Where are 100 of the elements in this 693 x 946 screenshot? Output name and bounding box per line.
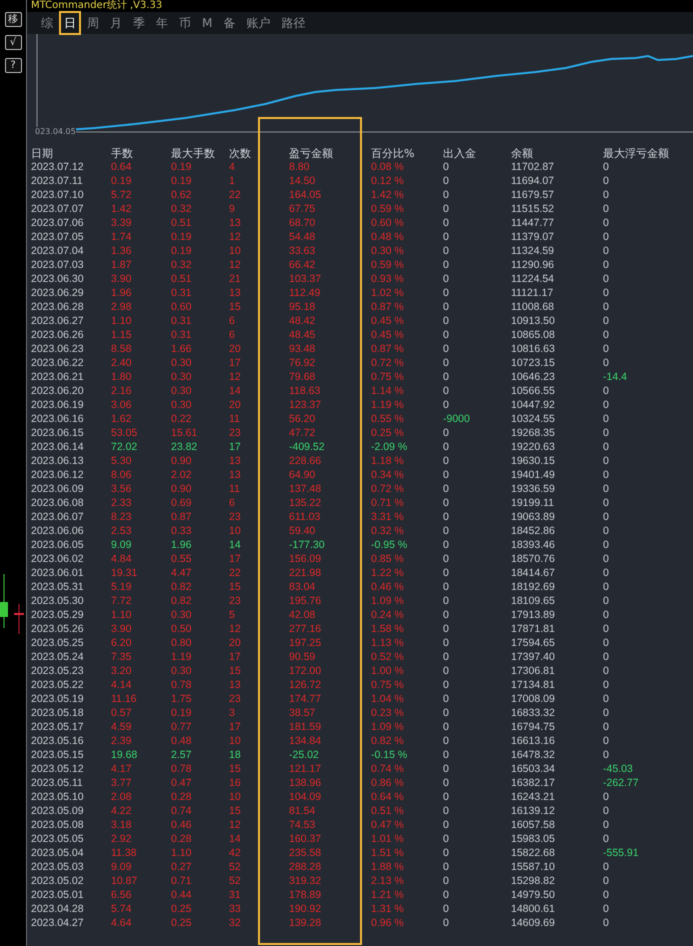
table-cell-text: 1.09 % (371, 720, 405, 734)
table-cell-text: 0.75 % (371, 678, 405, 692)
table-cell-text: 5.74 (111, 902, 132, 916)
table-cell-text: 2023.05.18 (31, 706, 85, 720)
table-cell-text: 0 (443, 888, 450, 902)
table-cell-text: 0 (443, 608, 450, 622)
table-cell-text: 0 (603, 566, 610, 580)
table-cell-text: 1.87 (111, 258, 132, 272)
table-cell-text: 2023.06.13 (31, 454, 85, 468)
table-cell-text: 2023.06.21 (31, 370, 85, 384)
table-cell-text: 18109.65 (511, 594, 556, 608)
tab[interactable]: 年 (152, 12, 172, 34)
table-cell-text: 0.19 (171, 244, 192, 258)
table-cell-text: 5.19 (111, 580, 132, 594)
table-cell-text: 3.77 (111, 776, 132, 790)
table-cell-text: 11.38 (111, 846, 138, 860)
table-cell-text: 21 (229, 272, 242, 286)
table-cell-text: 0.55 % (371, 412, 405, 426)
tab[interactable]: 季 (129, 12, 149, 34)
table-cell-text: 0 (603, 692, 610, 706)
table-cell-text: 0.75 % (371, 370, 405, 384)
table-cell-text: 0 (603, 398, 610, 412)
table-cell-text: 11694.07 (511, 174, 556, 188)
table-cell-text: 15983.05 (511, 832, 556, 846)
table-cell-text: 48.42 (289, 314, 316, 328)
tab[interactable]: 周 (83, 12, 103, 34)
table-cell-text: 17871.81 (511, 622, 556, 636)
table-cell-text: 1.58 % (371, 622, 405, 636)
side-button[interactable]: √ (4, 35, 22, 50)
table-cell-text: 112.49 (289, 286, 322, 300)
table-cell-text: 2023.05.22 (31, 678, 85, 692)
table-cell-text: 8.58 (111, 342, 132, 356)
table-cell-text: 1 (229, 174, 236, 188)
table-cell-text: 7.72 (111, 594, 132, 608)
table-cell-text: 7.35 (111, 650, 132, 664)
tab[interactable]: M (198, 12, 216, 34)
table-cell-text: 11379.07 (511, 230, 556, 244)
table-cell-text: 0.31 (171, 328, 192, 342)
table-cell-text: 23 (229, 594, 242, 608)
table-cell-text: 12 (229, 622, 242, 636)
table-cell-text: 0.19 (171, 160, 192, 174)
tab[interactable]: 日 (60, 12, 80, 34)
table-cell-text: 0.50 (171, 622, 192, 636)
table-cell-text: 0 (603, 342, 610, 356)
table-cell-text: 0 (443, 734, 450, 748)
table-cell-text: 1.15 (111, 328, 132, 342)
table-cell-text: 9 (229, 202, 236, 216)
table-cell-text: 1.02 % (371, 286, 405, 300)
table-cell-text: 0 (443, 160, 450, 174)
table-cell-text: 0.24 % (371, 608, 405, 622)
table-cell-text: 14800.61 (511, 902, 556, 916)
tab[interactable]: 账户 (242, 12, 274, 34)
side-button[interactable]: ? (4, 58, 22, 73)
table-cell-text: 0 (443, 664, 450, 678)
table-cell-text: 1.10 (111, 608, 132, 622)
table-cell-text: 0.90 (171, 482, 192, 496)
tab[interactable]: 路径 (277, 12, 310, 34)
column-header: 余额 (511, 146, 534, 162)
table-cell-text: 0.30 (171, 384, 192, 398)
table-cell-text: 6 (229, 496, 236, 510)
table-cell-text: 17134.81 (511, 678, 556, 692)
tab[interactable]: 备 (219, 12, 240, 34)
table-cell-text: 0 (603, 188, 610, 202)
table-cell-text: 10723.15 (511, 356, 556, 370)
side-button[interactable]: 移 (4, 12, 22, 27)
tab[interactable]: 综 (37, 12, 57, 34)
table-cell-text: 1.21 % (371, 888, 405, 902)
table-cell-text: 0 (603, 468, 610, 482)
table-cell-text: 23 (229, 426, 242, 440)
table-cell-text: 2.08 (111, 790, 132, 804)
table-cell-text: 17 (229, 552, 242, 566)
tab[interactable]: 月 (106, 12, 126, 34)
table-cell-text: 2.33 (111, 496, 132, 510)
table-cell-text: 0 (603, 832, 610, 846)
table-cell-text: -0.95 % (371, 538, 408, 552)
table-cell-text: 0 (603, 874, 610, 888)
table-cell-text: 95.18 (289, 300, 316, 314)
table-cell-text: 33.63 (289, 244, 316, 258)
table-cell-text: 0 (443, 622, 450, 636)
table-cell-text: 160.37 (289, 832, 322, 846)
table-cell-text: 1.88 % (371, 860, 405, 874)
table-cell-text: 190.92 (289, 902, 322, 916)
table-cell-text: 164.05 (289, 188, 322, 202)
table-cell-text: 15 (229, 300, 242, 314)
table-cell-text: 1.04 % (371, 692, 405, 706)
table-cell-text: 15 (229, 804, 242, 818)
table-cell-text: 288.28 (289, 860, 322, 874)
table-cell-text: 1.51 % (371, 846, 405, 860)
table-cell-text: 4.59 (111, 720, 132, 734)
table-cell-text: 15 (229, 664, 242, 678)
table-cell-text: 0.45 % (371, 328, 405, 342)
table-cell-text: 0.19 (111, 174, 132, 188)
table-cell-text: 5.72 (111, 188, 132, 202)
table-cell-text: 1.22 % (371, 566, 405, 580)
table-cell-text: 17 (229, 720, 242, 734)
table-cell-text: 1.96 (111, 286, 132, 300)
tab[interactable]: 币 (175, 12, 195, 34)
table-cell-text: 0.78 (171, 762, 192, 776)
table-cell-text: 0.87 % (371, 342, 405, 356)
table-cell-text: 0 (443, 804, 450, 818)
